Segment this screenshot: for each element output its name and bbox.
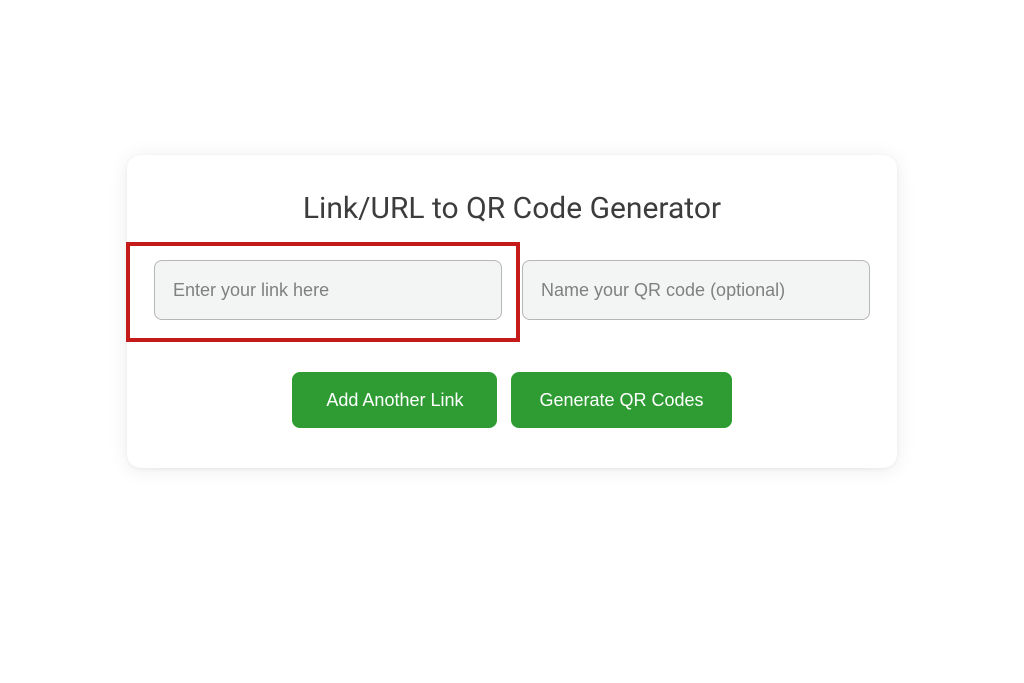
- add-another-link-button[interactable]: Add Another Link: [292, 372, 497, 428]
- link-input[interactable]: [154, 260, 502, 320]
- qr-generator-card: Link/URL to QR Code Generator Add Anothe…: [127, 155, 897, 468]
- link-input-wrap: [154, 260, 502, 320]
- generate-qr-codes-button[interactable]: Generate QR Codes: [511, 372, 731, 428]
- button-row: Add Another Link Generate QR Codes: [157, 372, 867, 428]
- input-row: [157, 260, 867, 320]
- name-input-wrap: [522, 260, 870, 320]
- page-title: Link/URL to QR Code Generator: [157, 191, 867, 226]
- qr-name-input[interactable]: [522, 260, 870, 320]
